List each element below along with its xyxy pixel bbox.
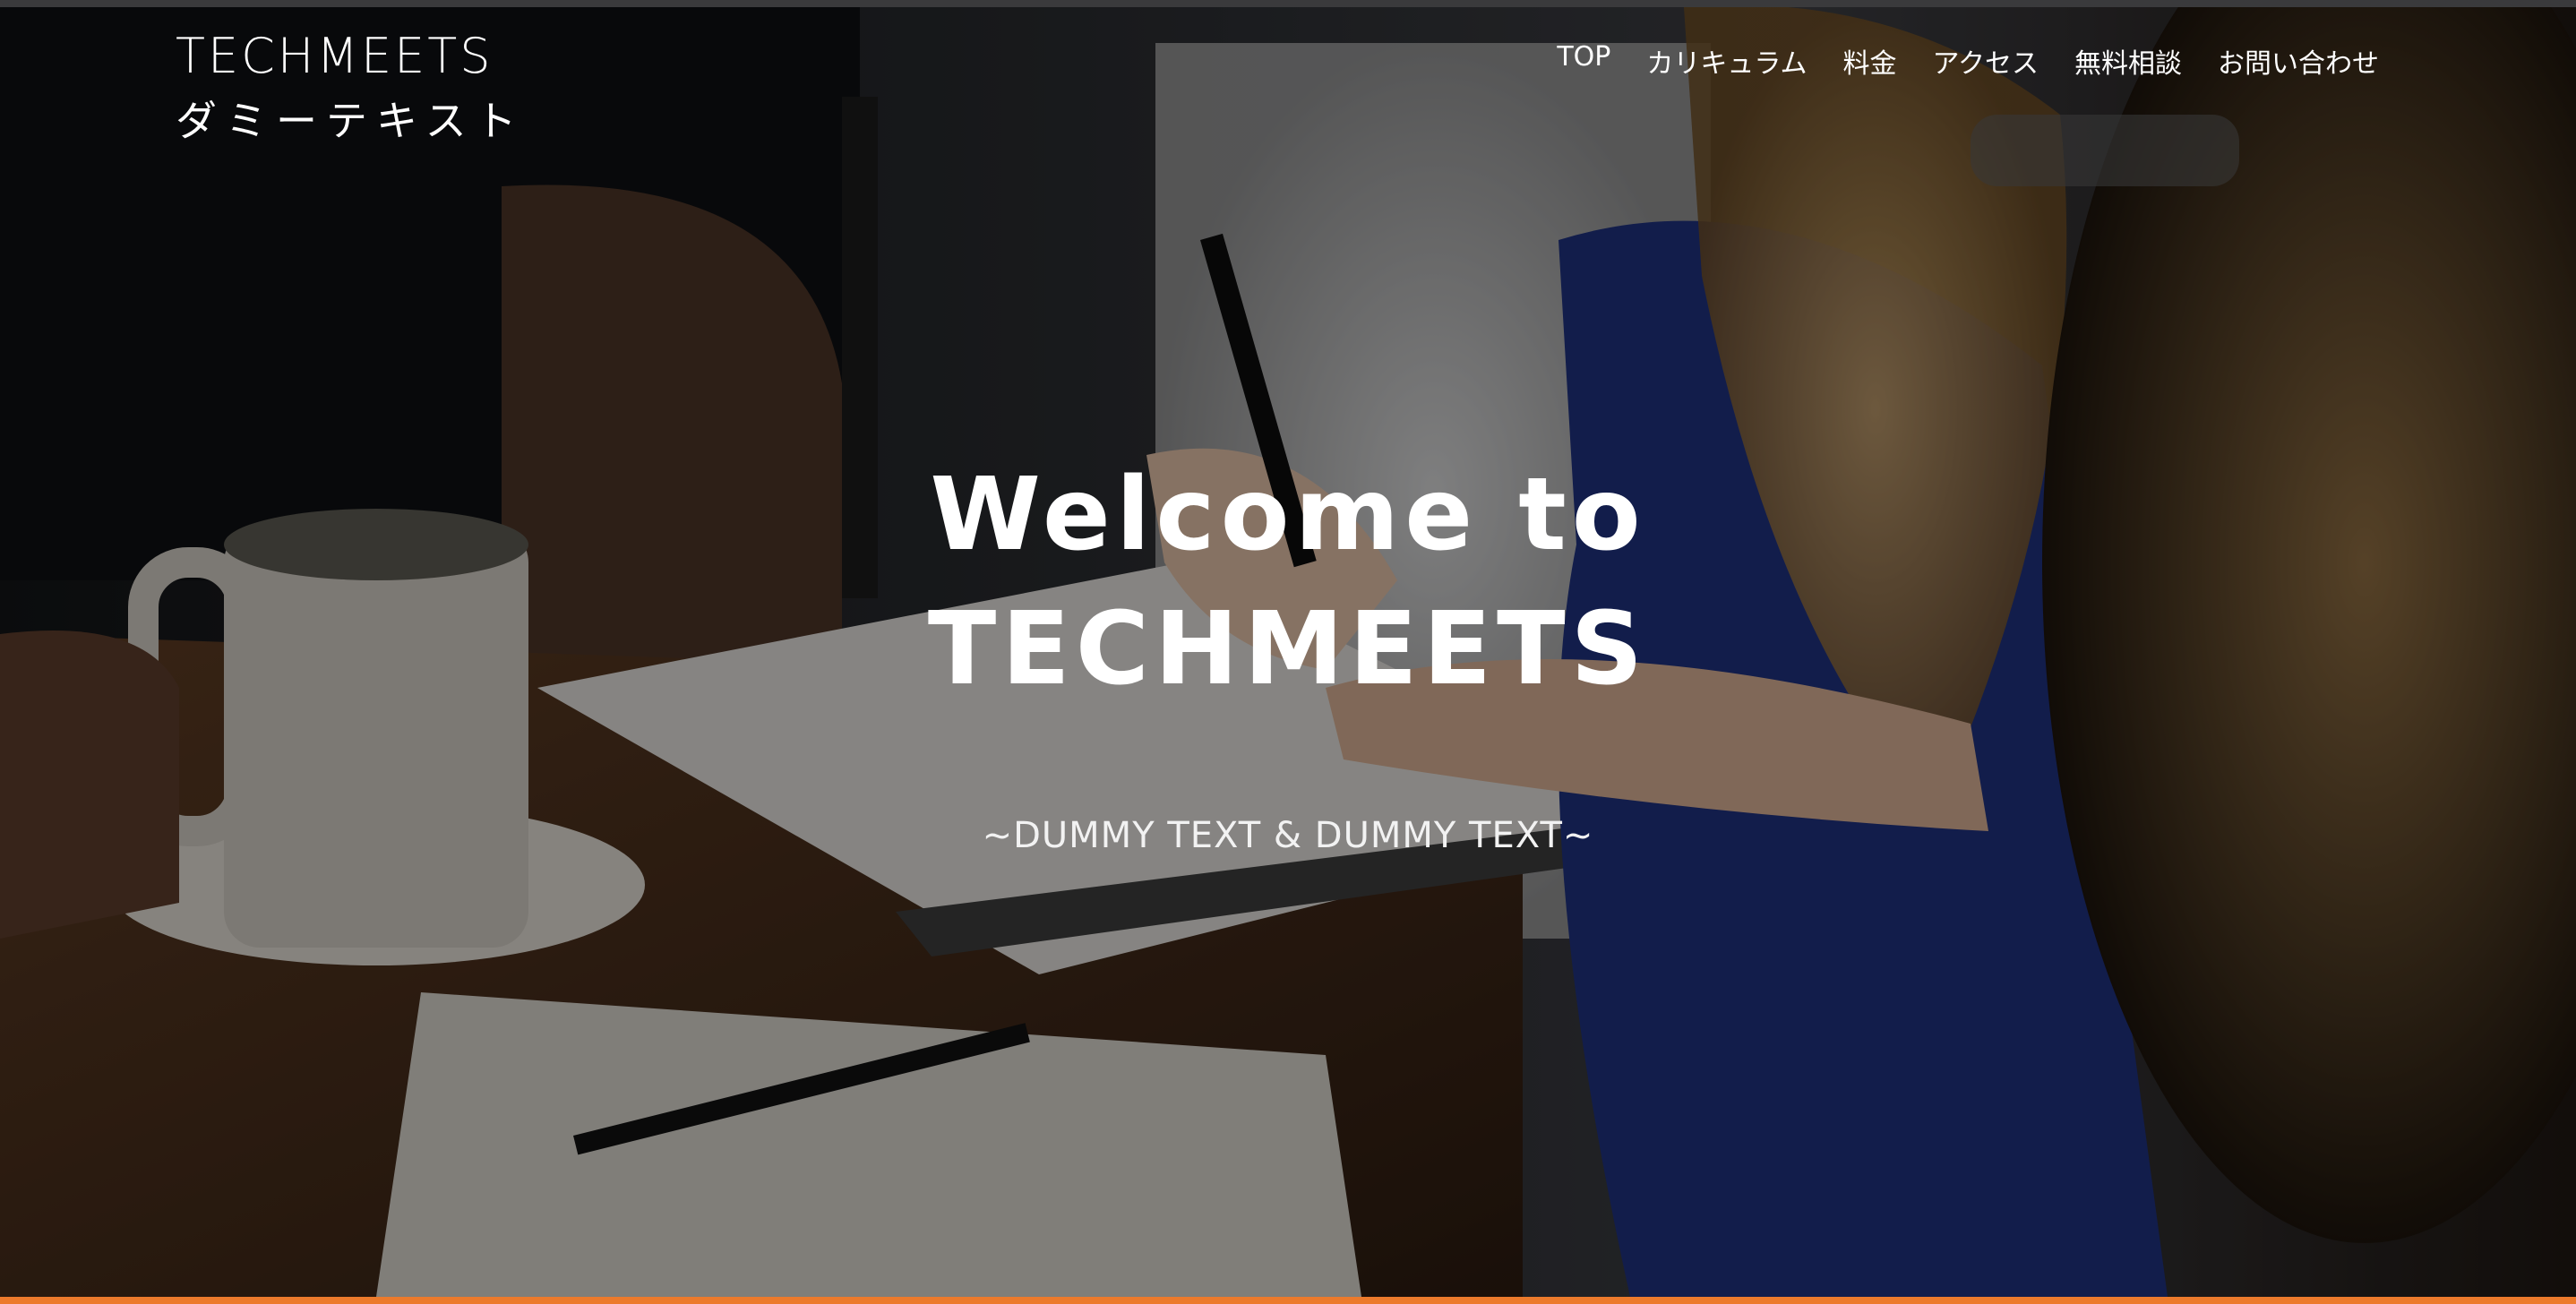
global-nav: TOP カリキュラム 料金 アクセス 無料相談 お問い合わせ [1557, 41, 2379, 81]
hero-title-line2: TECHMEETS [927, 591, 1649, 708]
hero-title-line1: Welcome to [930, 457, 1646, 573]
nav-item-top[interactable]: TOP [1557, 41, 1610, 81]
nav-item-free-consultation[interactable]: 無料相談 [2074, 41, 2182, 81]
logo-title: TECHMEETS [176, 28, 494, 84]
logo-subtitle: ダミーテキスト [176, 97, 526, 145]
hero-title: Welcome to TECHMEETS [0, 448, 2576, 716]
site-logo[interactable]: TECHMEETS ダミーテキスト [176, 32, 526, 142]
browser-top-strip [0, 0, 2576, 7]
hero-copy: Welcome to TECHMEETS ~DUMMY TEXT & DUMMY… [0, 448, 2576, 856]
nav-item-access[interactable]: アクセス [1933, 41, 2039, 81]
hero-subtitle: ~DUMMY TEXT & DUMMY TEXT~ [982, 815, 1594, 856]
nav-item-price[interactable]: 料金 [1843, 41, 1897, 81]
nav-item-contact[interactable]: お問い合わせ [2218, 41, 2379, 81]
page: TECHMEETS ダミーテキスト TOP カリキュラム 料金 アクセス 無料相… [0, 0, 2576, 1304]
accent-bar [0, 1297, 2576, 1304]
nav-item-curriculum[interactable]: カリキュラム [1646, 41, 1807, 81]
